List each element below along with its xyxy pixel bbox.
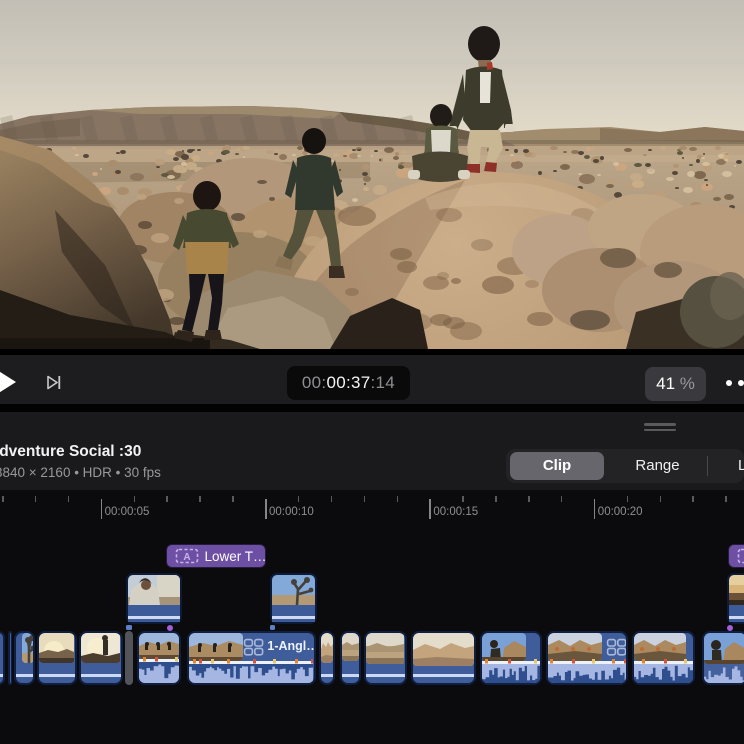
svg-text:A: A <box>183 552 190 563</box>
